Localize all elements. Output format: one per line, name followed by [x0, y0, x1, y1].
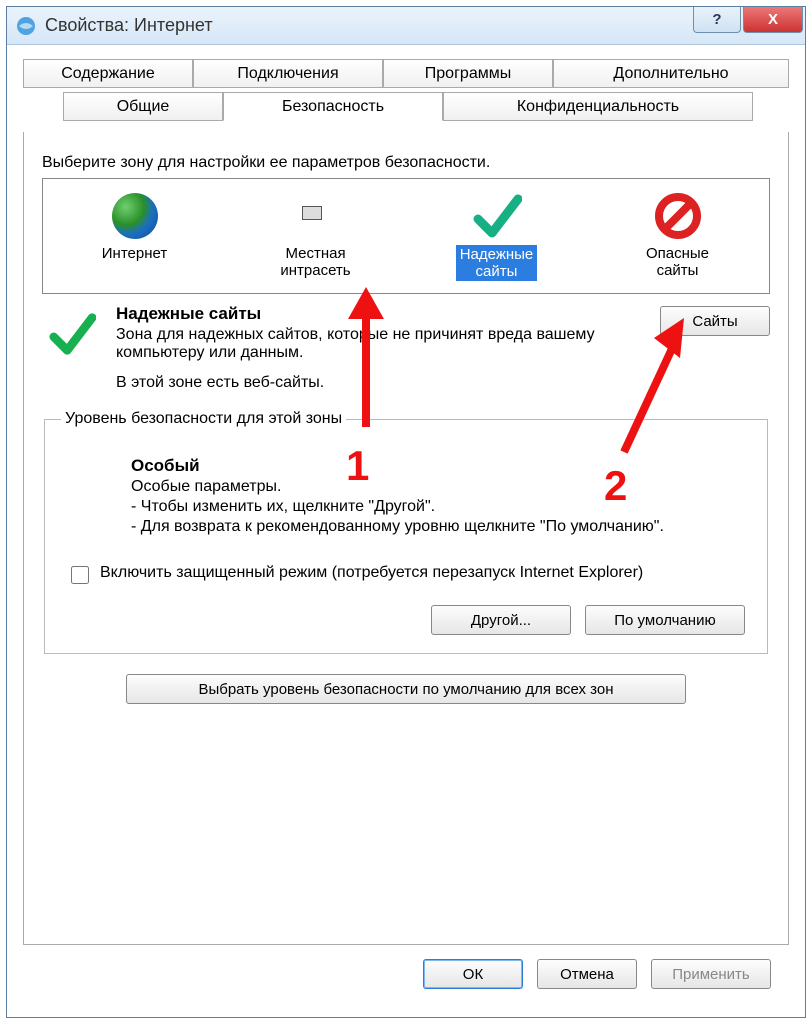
- sites-button[interactable]: Сайты: [660, 306, 770, 336]
- apply-button[interactable]: Применить: [651, 959, 771, 989]
- tab-privacy[interactable]: Конфиденциальность: [443, 92, 753, 121]
- reset-all-zones-button[interactable]: Выбрать уровень безопасности по умолчани…: [126, 674, 686, 704]
- security-level-group: Уровень безопасности для этой зоны Особы…: [44, 410, 768, 654]
- globe-icon: [112, 193, 158, 239]
- tab-content[interactable]: Содержание: [23, 59, 193, 88]
- zone-internet[interactable]: Интернет: [47, 185, 222, 287]
- checkmark-icon: [472, 191, 522, 241]
- cancel-button[interactable]: Отмена: [537, 959, 637, 989]
- dialog-window: Свойства: Интернет ? X Содержание Подклю…: [6, 6, 806, 1018]
- app-icon: [15, 15, 37, 37]
- zone-select-label: Выберите зону для настройки ее параметро…: [42, 154, 770, 172]
- protected-mode-checkbox[interactable]: [71, 566, 89, 584]
- no-entry-icon: [655, 193, 701, 239]
- zone-list[interactable]: Интернет Местнаяинтрасеть Надежныесайты: [42, 178, 770, 294]
- zone-trusted[interactable]: Надежныесайты: [409, 185, 584, 287]
- custom-level-button[interactable]: Другой...: [431, 605, 571, 635]
- security-level-line: - Для возврата к рекомендованному уровню…: [131, 518, 751, 536]
- tab-panel-security: Выберите зону для настройки ее параметро…: [23, 132, 789, 945]
- ok-button[interactable]: ОК: [423, 959, 523, 989]
- zone-desc-title: Надежные сайты: [116, 304, 626, 324]
- help-button[interactable]: ?: [693, 7, 741, 33]
- security-level-line: Особые параметры.: [131, 478, 751, 496]
- tab-security[interactable]: Безопасность: [223, 92, 443, 121]
- tab-connections[interactable]: Подключения: [193, 59, 383, 88]
- zone-restricted[interactable]: Опасныесайты: [590, 185, 765, 287]
- security-level-legend: Уровень безопасности для этой зоны: [61, 410, 346, 428]
- protected-mode-label[interactable]: Включить защищенный режим (потребуется п…: [100, 564, 643, 582]
- zone-desc-footer: В этой зоне есть веб-сайты.: [116, 374, 626, 392]
- zone-desc-body: Зона для надежных сайтов, которые не при…: [116, 326, 626, 362]
- checkmark-icon: [48, 310, 96, 358]
- title-bar[interactable]: Свойства: Интернет ? X: [7, 7, 805, 45]
- tab-general[interactable]: Общие: [63, 92, 223, 121]
- window-title: Свойства: Интернет: [45, 15, 693, 36]
- monitor-icon: [302, 206, 322, 220]
- security-level-title: Особый: [131, 456, 751, 476]
- security-level-line: - Чтобы изменить их, щелкните "Другой".: [131, 498, 751, 516]
- tab-programs[interactable]: Программы: [383, 59, 553, 88]
- close-button[interactable]: X: [743, 7, 803, 33]
- dialog-footer: ОК Отмена Применить: [23, 945, 789, 1003]
- zone-intranet[interactable]: Местнаяинтрасеть: [228, 185, 403, 287]
- tab-advanced[interactable]: Дополнительно: [553, 59, 789, 88]
- default-level-button[interactable]: По умолчанию: [585, 605, 745, 635]
- tabs: Содержание Подключения Программы Дополни…: [23, 59, 789, 133]
